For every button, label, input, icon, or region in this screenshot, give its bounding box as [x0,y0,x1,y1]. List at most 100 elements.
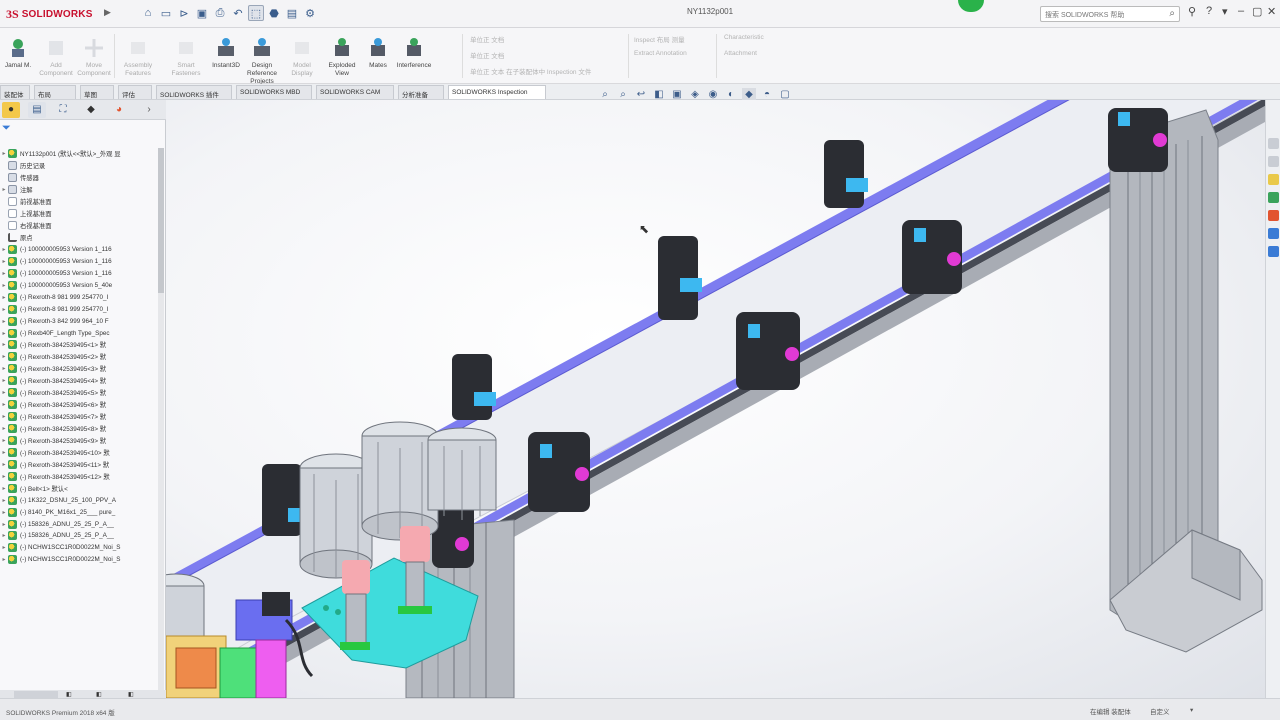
expand-arrow-icon[interactable]: ▸ [0,556,8,563]
tree-row[interactable]: ▸ (-) 100000005953 Version 1_116 [0,255,160,267]
move-component-button[interactable]: Move Component [76,32,112,80]
help-search-input[interactable]: 搜索 SOLIDWORKS 帮助 ⌕ [1040,6,1180,22]
tab-mbd[interactable]: SOLIDWORKS MBD [236,85,312,99]
cm-small-item[interactable]: Inspect 布局 测量 [634,34,685,44]
rebuild-icon[interactable]: ⬣ [266,5,282,21]
motion-study-icon[interactable]: ◧ [128,691,134,698]
tree-row[interactable]: ▸ (-) 158326_ADNU_25_25_P_A__ [0,530,160,542]
cm-small-item[interactable]: Extract Annotation [634,50,687,57]
tree-row[interactable]: ▸ (-) 100000005953 Version 5_40e [0,279,160,291]
close-icon[interactable]: ✕ [1267,5,1276,18]
dimxpert-tab-icon[interactable]: ◆ [82,102,100,118]
tree-row[interactable]: ▸ (-) Belt<1> 默认< [0,482,160,494]
tree-row[interactable]: ▸ (-) Rexroth-3842539495<7> 默 [0,411,160,423]
status-lock-icon[interactable]: ▾ [1190,706,1193,714]
expand-arrow-icon[interactable]: ▸ [0,485,8,492]
tree-row[interactable]: ▸ (-) Rexb40F_Length Type_Spec [0,327,160,339]
panel-more-icon[interactable]: › [140,102,158,118]
restore-icon[interactable]: ▢ [1252,5,1262,18]
tab-inspection[interactable]: SOLIDWORKS Inspection [448,85,546,99]
expand-arrow-icon[interactable]: ▸ [0,449,8,456]
design-library-icon[interactable] [1268,156,1279,167]
help-icon[interactable]: ? [1206,5,1212,17]
tree-row[interactable]: ▸ (-) 1K322_DSNU_25_100_PPV_A [0,494,160,506]
search-icon[interactable]: ⌕ [1169,8,1175,19]
tree-row[interactable]: ▸ (-) Rexroth-8 981 999 254770_I [0,303,160,315]
instant3d-button[interactable]: Instant3D [208,32,244,80]
expand-arrow-icon[interactable]: ▸ [0,389,8,396]
tree-row[interactable]: ▸ (-) Rexroth-8 981 999 254770_I [0,291,160,303]
file-properties-icon[interactable]: ▤ [284,5,300,21]
smart-fasteners-button[interactable]: Smart Fasteners [168,32,204,80]
filter-icon[interactable]: ⏷ [2,122,11,135]
expand-arrow-icon[interactable]: ▸ [0,461,8,468]
tree-row[interactable]: 传感器 [0,172,160,184]
mates-button[interactable]: Mates [360,32,396,80]
expand-arrow-icon[interactable]: ▸ [0,282,8,289]
tree-row[interactable]: ▸ (-) Rexroth-3842539495<6> 默 [0,399,160,411]
tree-row[interactable]: ▸ (-) Rexroth-3842539495<4> 默 [0,375,160,387]
tree-row[interactable]: ▸ (-) NCHW1SCC1R0D0022M_Noi_S [0,554,160,566]
tree-row[interactable]: 右视基准面 [0,220,160,232]
motion-study-icon[interactable]: ◧ [96,691,102,698]
tree-row[interactable]: 前视基准面 [0,196,160,208]
expand-arrow-icon[interactable]: ▸ [0,544,8,551]
view-palette-icon[interactable] [1268,192,1279,203]
user-icon[interactable]: ⚲ [1188,5,1196,18]
solidworks-forum-icon[interactable] [1268,246,1279,257]
tree-row[interactable]: ▸ (-) 100000005953 Version 1_116 [0,244,160,256]
expand-arrow-icon[interactable]: ▸ [0,246,8,253]
expand-arrow-icon[interactable]: ▸ [0,473,8,480]
tree-row[interactable]: ▸ (-) Rexroth-3842539495<1> 默 [0,339,160,351]
select-icon[interactable]: ⬚ [248,5,264,21]
property-manager-tab-icon[interactable]: ▤ [28,102,46,118]
help-dropdown-icon[interactable]: ▾ [1222,5,1228,18]
add-component-button[interactable]: Add Component [38,32,74,80]
print-icon[interactable]: ⎙ [212,5,228,21]
feature-tree-tab-icon[interactable]: ● [2,102,20,118]
tab-layout[interactable]: 布局 [34,85,76,99]
interference-button[interactable]: Interference [396,32,432,80]
tree-row[interactable]: ▸ 注解 [0,184,160,196]
tree-row[interactable]: ▸ (-) 158326_ADNU_25_25_P_A__ [0,518,160,530]
expand-arrow-icon[interactable]: ▸ [0,509,8,516]
tree-row[interactable]: ▸ (-) Rexroth-3842539495<10> 默 [0,446,160,458]
solidworks-logo[interactable]: 3S SOLIDWORKS [6,6,93,22]
tree-row[interactable]: ▸ (-) 8140_PK_M16x1_25___ pure_ [0,506,160,518]
tree-row[interactable]: ▸ (-) NCHW1SCC1R0D0022M_Noi_S [0,542,160,554]
tab-analysis[interactable]: 分析准备 [398,85,444,99]
file-explorer-icon[interactable] [1268,174,1279,185]
minimize-icon[interactable]: – [1238,5,1244,17]
expand-arrow-icon[interactable]: ▸ [0,377,8,384]
save-icon[interactable]: ▣ [194,5,210,21]
expand-arrow-icon[interactable]: ▸ [0,306,8,313]
home-icon[interactable]: ⌂ [140,5,156,21]
expand-arrow-icon[interactable]: ▸ [0,341,8,348]
assembly-features-button[interactable]: Assembly Features [120,32,156,80]
tree-row[interactable]: ▸ (-) Rexroth-3842539495<9> 默 [0,435,160,447]
expand-arrow-icon[interactable]: ▸ [0,330,8,337]
expand-arrow-icon[interactable]: ▸ [0,401,8,408]
expand-arrow-icon[interactable]: ▸ [0,425,8,432]
tab-addins[interactable]: SOLIDWORKS 插件 [156,85,232,99]
expand-arrow-icon[interactable]: ▸ [0,150,8,157]
tree-row[interactable]: ▸ (-) Rexroth-3842539495<12> 默 [0,470,160,482]
expand-arrow-icon[interactable]: ▸ [0,318,8,325]
expand-arrow-icon[interactable]: ▸ [0,258,8,265]
status-units[interactable]: 自定义 [1150,706,1170,716]
display-manager-tab-icon[interactable]: ◕ [110,102,128,118]
custom-properties-icon[interactable] [1268,228,1279,239]
cm-button-1[interactable]: Jamal M. [0,32,36,80]
tree-scrollbar[interactable] [158,148,164,693]
tree-row[interactable]: 原点 [0,232,160,244]
tree-row[interactable]: ▸ (-) Rexroth-3842539495<5> 默 [0,387,160,399]
tree-row[interactable]: 上视基准面 [0,208,160,220]
options-icon[interactable]: ⚙ [302,5,318,21]
tree-row[interactable]: ▸ (-) Rexroth-3 842 999 964_10 F [0,315,160,327]
cm-small-item[interactable]: Attachment [724,50,757,57]
expand-arrow-icon[interactable]: ▸ [0,353,8,360]
tree-row[interactable]: ▸ NY1132p001 (默认<<默认>_外观 显 [0,148,160,160]
tab-cam[interactable]: SOLIDWORKS CAM [316,85,394,99]
menu-expand-arrow-icon[interactable]: ▶ [104,7,116,21]
appearances-icon[interactable] [1268,210,1279,221]
